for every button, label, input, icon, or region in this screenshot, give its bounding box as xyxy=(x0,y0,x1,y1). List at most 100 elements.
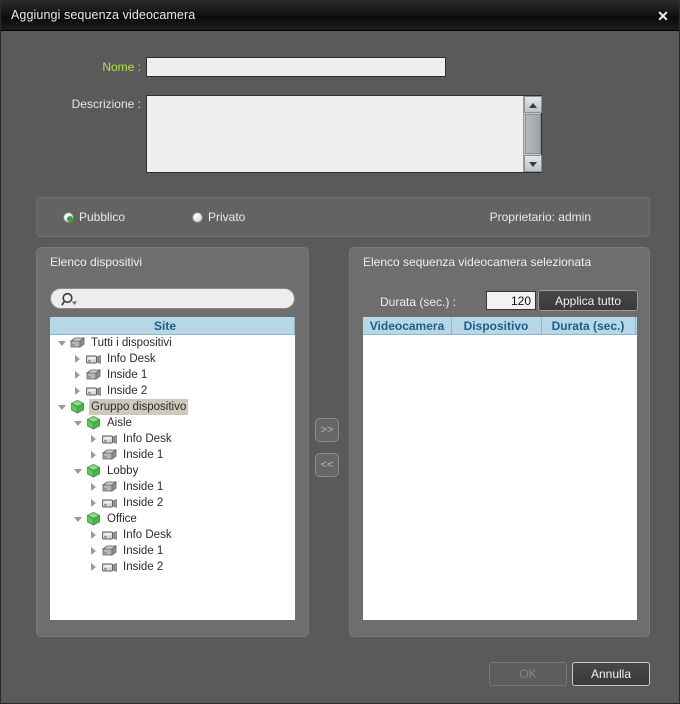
expander-collapse-icon[interactable] xyxy=(71,415,85,431)
ok-button[interactable]: OK xyxy=(489,662,567,686)
tree-item-label: Inside 1 xyxy=(123,545,164,557)
scroll-down-icon[interactable] xyxy=(524,155,542,172)
tree-item[interactable]: Info Desk xyxy=(50,527,295,543)
apply-all-button[interactable]: Applica tutto xyxy=(538,290,638,311)
radio-private-dot xyxy=(192,212,203,223)
device-box-icon xyxy=(85,367,102,383)
expander-expand-icon[interactable] xyxy=(87,543,101,559)
tree-item-label: Gruppo dispositivo xyxy=(89,399,189,415)
expander-collapse-icon[interactable] xyxy=(55,335,69,351)
tree-item[interactable]: Tutti i dispositivi xyxy=(50,335,295,351)
scrollbar-thumb[interactable] xyxy=(525,114,541,154)
tree-item[interactable]: Inside 2 xyxy=(50,495,295,511)
tree-item-label: Inside 2 xyxy=(123,561,164,573)
group-cube-icon xyxy=(85,415,102,431)
tree-item-label: Tutti i dispositivi xyxy=(91,337,172,349)
tree-item[interactable]: Inside 2 xyxy=(50,383,295,399)
tree-item[interactable]: Office xyxy=(50,511,295,527)
radio-public-label: Pubblico xyxy=(79,210,126,224)
tree-item[interactable]: Aisle xyxy=(50,415,295,431)
device-box-icon xyxy=(101,479,118,495)
description-field-wrapper xyxy=(146,95,542,173)
device-tree-header: Site xyxy=(50,317,295,335)
tree-item[interactable]: Inside 2 xyxy=(50,559,295,575)
device-tree[interactable]: Tutti i dispositivi Info Desk Inside 1 Insi… xyxy=(50,335,295,620)
duration-label: Durata (sec.) : xyxy=(380,295,457,309)
radio-public-dot xyxy=(63,212,74,223)
group-cube-icon xyxy=(69,399,86,415)
sequence-list-panel: Elenco sequenza videocamera selezionata … xyxy=(349,247,650,637)
group-cube-icon xyxy=(85,511,102,527)
tree-item-label: Inside 1 xyxy=(123,481,164,493)
expander-expand-icon[interactable] xyxy=(87,479,101,495)
group-cube-icon xyxy=(85,463,102,479)
tree-item-label: Office xyxy=(107,513,137,525)
tree-item-label: Info Desk xyxy=(107,353,156,365)
radio-private-label: Privato xyxy=(208,210,246,224)
device-search-input[interactable] xyxy=(83,290,288,307)
sequence-grid-header: Videocamera Dispositivo Durata (sec.) xyxy=(363,317,637,335)
duration-input[interactable] xyxy=(486,291,536,310)
sequence-column-header[interactable]: Durata (sec.) xyxy=(541,319,635,333)
description-input[interactable] xyxy=(147,96,523,172)
title-bar: Aggiungi sequenza videocamera ✕ xyxy=(1,1,679,31)
cancel-button[interactable]: Annulla xyxy=(572,662,650,686)
name-input[interactable] xyxy=(146,57,446,77)
device-box-icon xyxy=(101,543,118,559)
tree-item[interactable]: Inside 1 xyxy=(50,543,295,559)
sequence-list-title: Elenco sequenza videocamera selezionata xyxy=(363,255,592,269)
camera-icon xyxy=(101,495,118,511)
name-label: Nome : xyxy=(102,60,141,74)
add-to-sequence-button[interactable]: >> xyxy=(315,418,339,442)
tree-item[interactable]: Info Desk xyxy=(50,351,295,367)
sequence-column-header[interactable]: Videocamera xyxy=(363,319,451,333)
tree-item-label: Inside 2 xyxy=(123,497,164,509)
tree-item[interactable]: Inside 1 xyxy=(50,447,295,463)
sequence-column-header[interactable]: Dispositivo xyxy=(451,319,541,333)
camera-icon xyxy=(85,383,102,399)
device-box-icon xyxy=(101,447,118,463)
expander-collapse-icon[interactable] xyxy=(71,511,85,527)
tree-item[interactable]: Inside 1 xyxy=(50,367,295,383)
radio-public[interactable]: Pubblico xyxy=(63,210,125,224)
expander-expand-icon[interactable] xyxy=(71,351,85,367)
device-list-title: Elenco dispositivi xyxy=(50,255,143,269)
expander-expand-icon[interactable] xyxy=(87,495,101,511)
camera-icon xyxy=(101,559,118,575)
visibility-bar: Pubblico Privato Proprietario: admin xyxy=(36,197,650,237)
tree-item[interactable]: Lobby xyxy=(50,463,295,479)
tree-item-label: Inside 2 xyxy=(107,385,148,397)
window-title: Aggiungi sequenza videocamera xyxy=(11,8,196,22)
expander-expand-icon[interactable] xyxy=(71,383,85,399)
device-tree-column-site: Site xyxy=(153,319,176,333)
expander-expand-icon[interactable] xyxy=(87,447,101,463)
scroll-up-icon[interactable] xyxy=(524,96,542,113)
search-icon xyxy=(61,292,77,306)
tree-item-label: Aisle xyxy=(107,417,132,429)
expander-expand-icon[interactable] xyxy=(71,367,85,383)
remove-from-sequence-button[interactable]: << xyxy=(315,453,339,477)
expander-expand-icon[interactable] xyxy=(87,431,101,447)
expander-collapse-icon[interactable] xyxy=(55,399,69,415)
tree-item-label: Inside 1 xyxy=(123,449,164,461)
expander-expand-icon[interactable] xyxy=(87,559,101,575)
owner-text: Proprietario: admin xyxy=(489,210,591,224)
sequence-grid-body[interactable] xyxy=(363,335,637,620)
tree-item[interactable]: Gruppo dispositivo xyxy=(50,399,295,415)
column-divider xyxy=(635,317,636,335)
tree-item-label: Lobby xyxy=(107,465,139,477)
expander-expand-icon[interactable] xyxy=(87,527,101,543)
device-box-icon xyxy=(69,335,86,351)
expander-collapse-icon[interactable] xyxy=(71,463,85,479)
device-list-panel: Elenco dispositivi Site Tutti i disposit… xyxy=(36,247,309,637)
tree-item[interactable]: Inside 1 xyxy=(50,479,295,495)
tree-item-label: Info Desk xyxy=(123,433,172,445)
description-label: Descrizione : xyxy=(71,97,141,111)
description-scrollbar[interactable] xyxy=(523,96,542,172)
tree-item[interactable]: Info Desk xyxy=(50,431,295,447)
camera-icon xyxy=(85,351,102,367)
radio-private[interactable]: Privato xyxy=(192,210,245,224)
close-icon[interactable]: ✕ xyxy=(653,6,673,26)
device-search-box[interactable] xyxy=(50,288,295,309)
add-camera-sequence-dialog: Aggiungi sequenza videocamera ✕ Nome : D… xyxy=(0,0,680,704)
